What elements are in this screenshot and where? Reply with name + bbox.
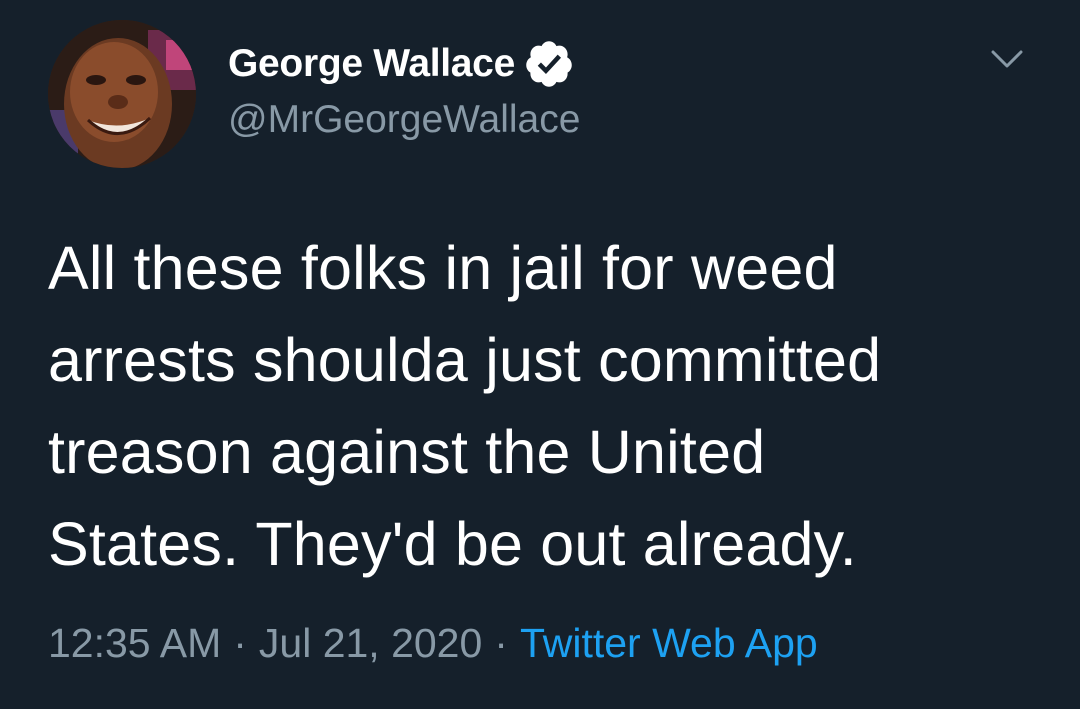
name-row: George Wallace: [228, 40, 575, 88]
tweet-source-link[interactable]: Twitter Web App: [520, 620, 818, 666]
tweet-date[interactable]: Jul 21, 2020: [259, 620, 482, 666]
avatar-image: [48, 20, 196, 168]
display-name[interactable]: George Wallace: [228, 42, 515, 86]
tweet-text-line: States. They'd be out already.: [48, 510, 857, 578]
chevron-down-icon[interactable]: [984, 36, 1030, 82]
verified-badge-icon: [523, 38, 575, 90]
tweet-text-line: All these folks in jail for weed: [48, 234, 838, 302]
tweet-meta: 12:35 AM · Jul 21, 2020 · Twitter Web App: [48, 620, 818, 667]
tweet-text: All these folks in jail for weed arrests…: [48, 222, 1048, 590]
tweet-card: George Wallace @MrGeorgeWallace All thes…: [0, 0, 1080, 709]
user-handle[interactable]: @MrGeorgeWallace: [228, 98, 580, 142]
tweet-time[interactable]: 12:35 AM: [48, 620, 221, 666]
tweet-text-line: arrests shoulda just committed: [48, 326, 882, 394]
avatar[interactable]: [48, 20, 196, 168]
meta-separator: ·: [233, 620, 247, 666]
tweet-text-line: treason against the United: [48, 418, 766, 486]
meta-separator: ·: [494, 620, 508, 666]
